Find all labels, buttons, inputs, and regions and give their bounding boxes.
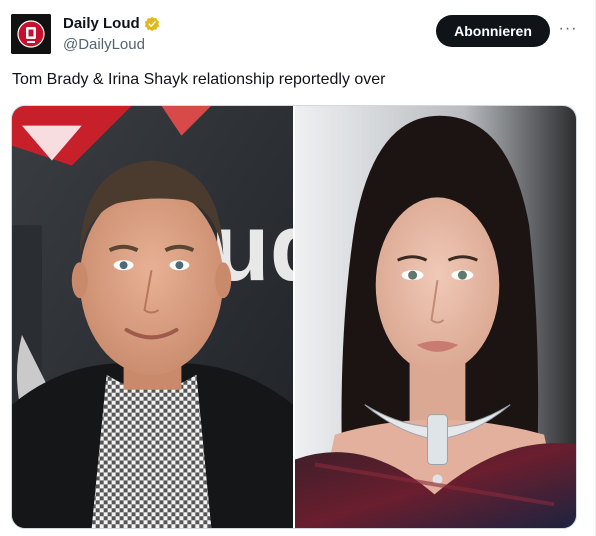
- woman-portrait-image: [295, 106, 576, 528]
- daily-loud-logo-icon: [11, 14, 51, 54]
- tweet-text: Tom Brady & Irina Shayk relationship rep…: [12, 71, 386, 88]
- media-grid[interactable]: ud: [11, 105, 577, 529]
- author-name-row[interactable]: Daily Loud: [63, 15, 160, 32]
- verified-badge-icon: [144, 16, 159, 31]
- photo-left[interactable]: ud: [12, 106, 293, 528]
- avatar[interactable]: [11, 14, 51, 54]
- follow-button[interactable]: Abonnieren: [436, 15, 550, 47]
- author-handle[interactable]: @DailyLoud: [63, 36, 145, 53]
- more-options-icon[interactable]: ···: [557, 18, 579, 40]
- photo-right[interactable]: [295, 106, 576, 528]
- tweet-card: Daily Loud @DailyLoud Abonnieren ··· Tom…: [0, 0, 596, 536]
- man-portrait-image: ud: [12, 106, 293, 528]
- display-name[interactable]: Daily Loud: [63, 15, 140, 32]
